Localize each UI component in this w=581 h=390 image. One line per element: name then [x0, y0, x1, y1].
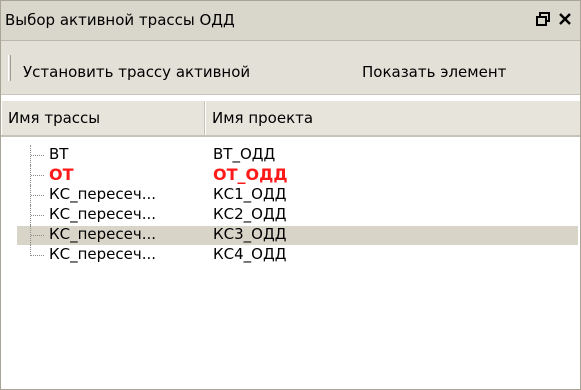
panel-title: Выбор активной трассы ОДД: [5, 11, 235, 29]
project-name-cell: КС3_ОДД: [213, 225, 287, 243]
column-header-project-name[interactable]: Имя проекта: [205, 101, 580, 135]
column-header-route-name[interactable]: Имя трассы: [1, 101, 205, 135]
route-selection-panel: Выбор активной трассы ОДД Установить тра…: [0, 0, 581, 390]
table-row-selected[interactable]: КС_пересеч... КС3_ОДД: [1, 225, 580, 245]
table-row[interactable]: КС_пересеч... КС4_ОДД: [1, 245, 580, 265]
project-name-cell: ОТ_ОДД: [213, 165, 288, 184]
route-name-cell: КС_пересеч...: [49, 185, 157, 203]
toolbar-grip[interactable]: [8, 55, 11, 81]
show-element-button[interactable]: Показать элемент: [362, 63, 506, 81]
table-header: Имя трассы Имя проекта: [1, 101, 580, 137]
project-name-cell: КС4_ОДД: [213, 245, 287, 263]
set-active-route-button[interactable]: Установить трассу активной: [23, 63, 250, 81]
project-name-cell: КС1_ОДД: [213, 185, 287, 203]
route-name-cell: КС_пересеч...: [49, 245, 157, 263]
table-row[interactable]: КС_пересеч... КС1_ОДД: [1, 185, 580, 205]
route-name-cell: КС_пересеч...: [49, 225, 157, 243]
route-name-cell: КС_пересеч...: [49, 205, 157, 223]
column-header-label: Имя проекта: [212, 109, 314, 127]
panel-titlebar[interactable]: Выбор активной трассы ОДД: [1, 1, 580, 41]
project-name-cell: КС2_ОДД: [213, 205, 287, 223]
close-icon[interactable]: [556, 9, 574, 29]
column-header-label: Имя трассы: [8, 109, 101, 127]
project-name-cell: ВТ_ОДД: [213, 145, 276, 163]
table-row-active[interactable]: ОТ ОТ_ОДД: [1, 165, 580, 185]
route-name-cell: ОТ: [49, 165, 74, 184]
route-name-cell: ВТ: [49, 145, 69, 163]
toolbar: Установить трассу активной Показать элем…: [1, 41, 580, 95]
restore-dock-icon[interactable]: [534, 9, 552, 29]
table-row[interactable]: КС_пересеч... КС2_ОДД: [1, 205, 580, 225]
table-row[interactable]: ВТ ВТ_ОДД: [1, 145, 580, 165]
